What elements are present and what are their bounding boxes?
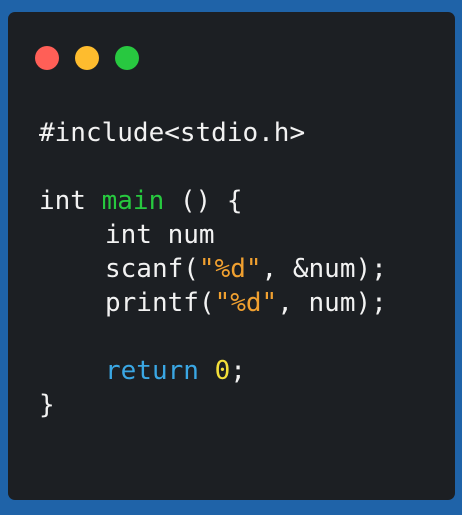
printf-call: printf( [105, 288, 215, 318]
main-function-name: main [101, 186, 165, 216]
scanf-args: , &num); [261, 254, 387, 284]
code-line-main-signature: int main () { [39, 184, 387, 218]
code-line-declaration: int num [39, 218, 387, 252]
code-line-blank-1 [39, 150, 387, 184]
int-num-declaration: int num [105, 220, 215, 250]
window-controls [35, 46, 139, 70]
code-line-return: return 0; [39, 354, 387, 388]
type-int-keyword: int [39, 186, 102, 216]
printf-format-string: "%d" [214, 288, 278, 318]
scanf-call: scanf( [105, 254, 199, 284]
maximize-dot-icon[interactable] [115, 46, 139, 70]
printf-args: , num); [277, 288, 387, 318]
code-line-scanf: scanf("%d", &num); [39, 252, 387, 286]
return-value-number: 0 [214, 356, 231, 386]
code-window: #include<stdio.h> int main () {int num sca… [8, 12, 455, 500]
semicolon: ; [230, 356, 246, 386]
code-line-printf: printf("%d", num); [39, 286, 387, 320]
main-parens-brace: () { [164, 186, 243, 216]
return-keyword: return [105, 356, 199, 386]
code-line-include: #include<stdio.h> [39, 116, 387, 150]
code-line-blank-2 [39, 320, 387, 354]
code-line-close-brace: } [39, 388, 387, 422]
include-directive: #include<stdio.h> [39, 118, 306, 148]
minimize-dot-icon[interactable] [75, 46, 99, 70]
closing-brace: } [39, 390, 55, 420]
scanf-format-string: "%d" [198, 254, 262, 284]
code-block: #include<stdio.h> int main () {int num sca… [39, 116, 387, 422]
close-dot-icon[interactable] [35, 46, 59, 70]
